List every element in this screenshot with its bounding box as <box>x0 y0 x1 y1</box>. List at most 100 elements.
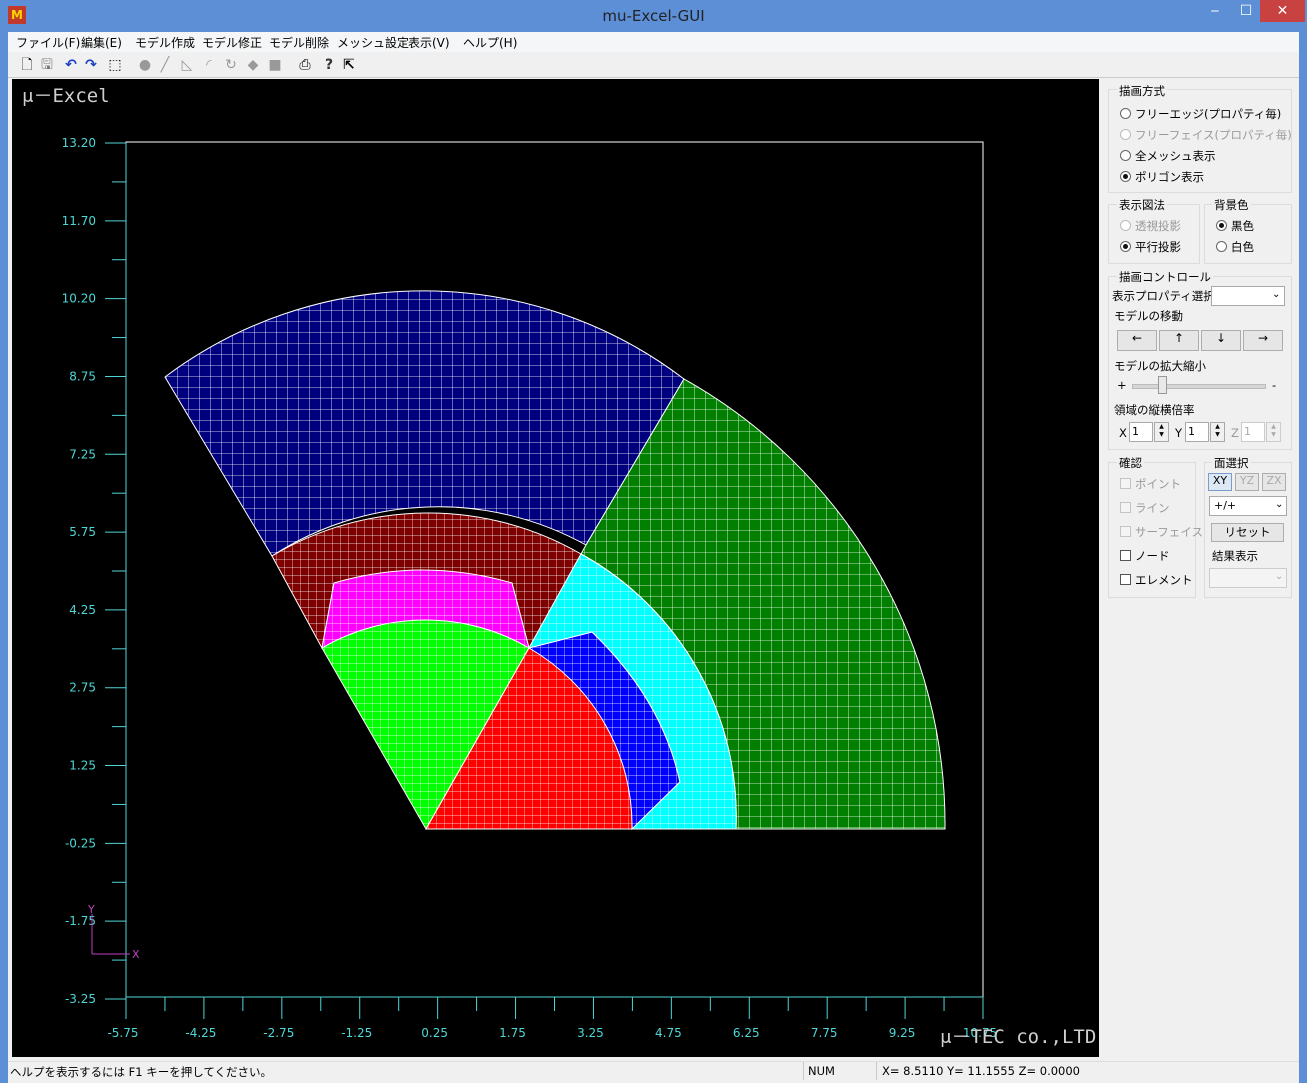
label-line: ライン <box>1135 501 1170 515</box>
y-tick-label: 1.25 <box>69 759 96 773</box>
plane-zx-button[interactable]: ZX <box>1262 473 1286 491</box>
background-title: 背景色 <box>1212 197 1251 213</box>
triad-x-label: X <box>132 948 140 961</box>
background-group <box>1204 204 1292 264</box>
x-tick-label: 6.25 <box>733 1026 760 1040</box>
move-up-button[interactable]: ↑ <box>1159 330 1199 351</box>
y-tick-label: 8.75 <box>69 369 96 383</box>
menu-model-modify[interactable]: モデル修正 <box>202 34 262 51</box>
radio-bg-black[interactable] <box>1216 220 1227 231</box>
x-tick-label: 7.75 <box>811 1026 838 1040</box>
label-bg-white: 白色 <box>1231 240 1254 254</box>
new-file-icon[interactable]: 🗋 <box>18 56 36 74</box>
y-axis: 13.20 11.70 10.20 8.75 7.25 5.75 4.25 2.75 1.25 -… <box>62 136 127 1006</box>
y-tick-label: 7.25 <box>69 447 96 461</box>
check-point[interactable] <box>1120 478 1131 489</box>
help-icon[interactable]: ? <box>320 56 338 74</box>
label-polygon: ポリゴン表示 <box>1135 170 1204 184</box>
menu-help[interactable]: ヘルプ(H) <box>463 34 517 51</box>
point-icon[interactable]: ● <box>136 56 154 74</box>
plane-yz-button[interactable]: YZ <box>1235 473 1259 491</box>
plane-xy-button[interactable]: XY <box>1208 473 1232 491</box>
radio-parallel[interactable] <box>1120 241 1131 252</box>
zoom-slider-thumb[interactable] <box>1158 376 1167 394</box>
radio-perspective[interactable] <box>1120 220 1131 231</box>
radio-all-mesh[interactable] <box>1120 150 1131 161</box>
ratio-z-input[interactable]: 1 <box>1241 422 1265 442</box>
check-surface[interactable] <box>1120 526 1131 537</box>
undo-icon[interactable]: ↶ <box>62 56 80 74</box>
x-tick-label: 9.25 <box>889 1026 916 1040</box>
context-help-icon[interactable]: ⇱ <box>340 56 358 74</box>
model-plot[interactable]: 13.20 11.70 10.20 8.75 7.25 5.75 4.25 2.75 1.25 -… <box>12 79 1099 1057</box>
ratio-y-label: Y <box>1175 426 1183 440</box>
print-icon[interactable]: ⎙ <box>296 56 314 74</box>
radio-free-face[interactable] <box>1120 129 1131 140</box>
plane-title: 面選択 <box>1212 455 1251 471</box>
arc-icon[interactable]: ◺ <box>178 56 196 74</box>
ratio-label: 領域の縦横倍率 <box>1114 403 1195 417</box>
menu-model-create[interactable]: モデル作成 <box>135 34 195 51</box>
menu-mesh-settings[interactable]: メッシュ設定 <box>337 34 409 51</box>
check-element[interactable] <box>1120 574 1131 585</box>
zoom-label: モデルの拡大縮小 <box>1114 359 1206 373</box>
label-parallel: 平行投影 <box>1135 240 1181 254</box>
menu-file[interactable]: ファイル(F) <box>16 34 80 51</box>
close-button[interactable]: ✕ <box>1260 0 1305 22</box>
x-tick-label: 4.75 <box>655 1026 682 1040</box>
viewport-logo: μ－Excel <box>22 85 110 107</box>
menu-model-delete[interactable]: モデル削除 <box>269 34 329 51</box>
select-rect-icon[interactable]: ⬚ <box>106 56 124 74</box>
redo-icon[interactable]: ↷ <box>82 56 100 74</box>
x-tick-label: -1.25 <box>341 1026 372 1040</box>
radio-free-edge[interactable] <box>1120 108 1131 119</box>
rotate-icon[interactable]: ↻ <box>222 56 240 74</box>
move-right-button[interactable]: → <box>1243 330 1283 351</box>
check-node[interactable] <box>1120 550 1131 561</box>
draw-mode-title: 描画方式 <box>1117 83 1167 99</box>
label-free-edge: フリーエッジ(プロパティ毎) <box>1135 107 1282 121</box>
projection-group <box>1108 204 1200 264</box>
y-tick-label: -0.25 <box>65 836 96 850</box>
ratio-y-input[interactable]: 1 <box>1185 422 1209 442</box>
radio-polygon[interactable] <box>1120 171 1131 182</box>
projection-title: 表示図法 <box>1117 197 1167 213</box>
chevron-down-icon: ⌄ <box>1272 289 1281 300</box>
label-node: ノード <box>1135 549 1170 563</box>
y-tick-label: -3.25 <box>65 992 96 1006</box>
zoom-slider-track[interactable] <box>1132 384 1266 389</box>
move-left-button[interactable]: ← <box>1117 330 1157 351</box>
x-axis: -5.75 -4.25 -2.75 -1.25 0.25 1.75 3.25 4.75 6.25… <box>107 996 997 1040</box>
minimize-button[interactable]: ‒ <box>1198 0 1232 22</box>
ratio-z-spinner[interactable]: ▲ ▼ <box>1266 422 1281 442</box>
ratio-x-input[interactable]: 1 <box>1129 422 1153 442</box>
fill-icon[interactable]: ■ <box>266 56 284 74</box>
check-line[interactable] <box>1120 502 1131 513</box>
radio-bg-white[interactable] <box>1216 241 1227 252</box>
arc2-icon[interactable]: ◜ <box>200 56 218 74</box>
draw-control-title: 描画コントロール <box>1117 269 1213 285</box>
ratio-x-label: X <box>1119 426 1127 440</box>
reset-button[interactable]: リセット <box>1211 523 1284 542</box>
status-separator <box>803 1062 804 1080</box>
maximize-button[interactable]: ☐ <box>1232 0 1260 22</box>
save-icon[interactable]: 🖫 <box>38 56 56 74</box>
menu-view[interactable]: 表示(V) <box>408 34 450 51</box>
y-tick-label: 10.20 <box>62 292 96 306</box>
menu-edit[interactable]: 編集(E) <box>81 34 122 51</box>
y-tick-label: 4.25 <box>69 603 96 617</box>
label-point: ポイント <box>1135 477 1181 491</box>
ratio-x-spinner[interactable]: ▲ ▼ <box>1154 422 1169 442</box>
ratio-y-spinner[interactable]: ▲ ▼ <box>1210 422 1225 442</box>
label-perspective: 透視投影 <box>1135 219 1181 233</box>
window-title: mu-Excel-GUI <box>602 7 705 25</box>
status-num: NUM <box>808 1064 835 1078</box>
label-surface: サーフェイス <box>1135 525 1203 539</box>
x-tick-label: -4.25 <box>185 1026 216 1040</box>
model-viewport[interactable]: 13.20 11.70 10.20 8.75 7.25 5.75 4.25 2.75 1.25 -… <box>12 79 1099 1057</box>
x-tick-label: 0.25 <box>421 1026 448 1040</box>
line-icon[interactable]: ╱ <box>156 56 174 74</box>
move-down-button[interactable]: ↓ <box>1201 330 1241 351</box>
surface-icon[interactable]: ◆ <box>244 56 262 74</box>
x-tick-label: 1.75 <box>499 1026 526 1040</box>
